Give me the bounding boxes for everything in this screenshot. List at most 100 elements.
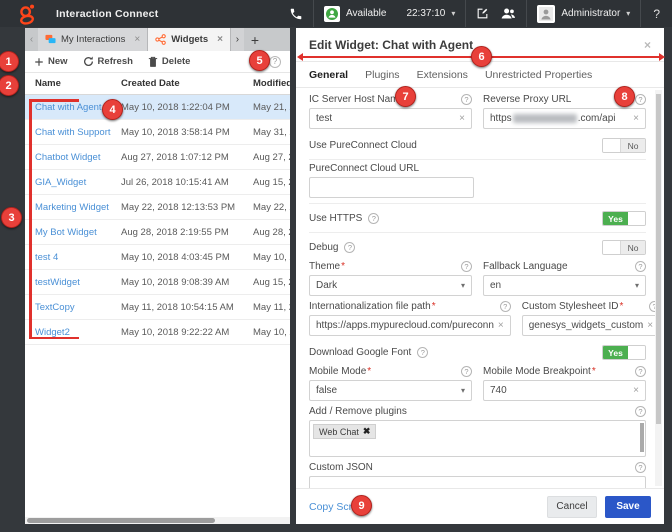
vertical-scrollbar[interactable] (655, 90, 662, 486)
column-header-modified[interactable]: Modified (253, 78, 290, 89)
widget-name-link[interactable]: Chatbot Widget (25, 152, 121, 163)
table-row[interactable]: Chat with Support May 10, 2018 3:58:14 P… (25, 120, 290, 145)
status-label: Available (346, 8, 386, 19)
pureconnect-cloud-url-input[interactable] (309, 177, 474, 198)
help-icon[interactable]: ? (461, 261, 472, 272)
tab-widgets[interactable]: Widgets × (148, 28, 231, 51)
directory-button[interactable] (499, 0, 526, 27)
clear-icon[interactable]: × (629, 113, 639, 124)
ic-server-host-names-input[interactable]: test × (309, 108, 472, 129)
mobile-mode-breakpoint-input[interactable]: 740 × (483, 380, 646, 401)
table-row[interactable]: Chat with Agent May 10, 2018 1:22:04 PM … (25, 95, 290, 120)
tab-plugins[interactable]: Plugins (365, 69, 399, 81)
help-icon[interactable]: ? (461, 94, 472, 105)
reverse-proxy-url-input[interactable]: https .com/api × (483, 108, 646, 129)
delete-button[interactable]: Delete (148, 56, 191, 67)
clear-icon[interactable]: × (494, 320, 504, 331)
help-icon[interactable]: ? (500, 301, 511, 312)
widget-name-link[interactable]: TextCopy (25, 302, 121, 313)
scrollbar-thumb[interactable] (640, 423, 644, 452)
help-icon[interactable]: ? (635, 462, 646, 473)
tab-my-interactions[interactable]: My Interactions × (38, 28, 148, 51)
table-row[interactable]: My Bot Widget Aug 28, 2018 2:19:55 PM Au… (25, 220, 290, 245)
close-tab-icon[interactable]: × (134, 34, 140, 45)
table-row[interactable]: Chatbot Widget Aug 27, 2018 1:07:12 PM A… (25, 145, 290, 170)
widget-name-link[interactable]: Widget2 (25, 327, 121, 338)
fallback-language-select[interactable]: en ▾ (483, 275, 646, 296)
status-time-dropdown[interactable]: 22:37:10 ▾ (396, 0, 465, 27)
help-icon[interactable]: ? (635, 261, 646, 272)
use-https-toggle[interactable]: Yes (602, 211, 646, 226)
widget-name-link[interactable]: test 4 (25, 252, 121, 263)
divider (309, 203, 646, 204)
compose-button[interactable] (466, 0, 499, 27)
widgets-icon (155, 34, 166, 45)
close-tab-icon[interactable]: × (217, 34, 223, 45)
use-pureconnect-cloud-toggle[interactable]: No (602, 138, 646, 153)
column-header-created[interactable]: Created Date (121, 78, 253, 89)
chevron-down-icon: ▾ (451, 9, 455, 18)
new-button[interactable]: New (34, 56, 68, 67)
tab-label: Widgets (171, 34, 208, 45)
edit-widget-dialog: Edit Widget: Chat with Agent × General P… (296, 28, 664, 524)
save-button[interactable]: Save (605, 496, 651, 518)
scrollbar-thumb[interactable] (27, 518, 215, 523)
table-row[interactable]: GIA_Widget Jul 26, 2018 10:15:41 AM Aug … (25, 170, 290, 195)
help-button[interactable]: ? (641, 7, 672, 21)
scrollbar-thumb[interactable] (656, 94, 661, 424)
help-icon[interactable]: ? (417, 347, 428, 358)
cancel-button[interactable]: Cancel (547, 496, 597, 518)
plugins-multiselect[interactable]: Web Chat ✖ (309, 420, 646, 457)
tab-extensions[interactable]: Extensions (417, 69, 468, 81)
help-icon[interactable]: ? (635, 366, 646, 377)
copy-script-link[interactable]: Copy Script (309, 501, 363, 513)
callout-2: 2 (0, 75, 19, 96)
mobile-mode-select[interactable]: false ▾ (309, 380, 472, 401)
status-selector[interactable]: Available (314, 0, 396, 27)
plugin-chip-web-chat[interactable]: Web Chat ✖ (313, 424, 376, 439)
table-row[interactable]: TextCopy May 11, 2018 10:54:15 AM May 11… (25, 295, 290, 320)
table-row[interactable]: Marketing Widget May 22, 2018 12:13:53 P… (25, 195, 290, 220)
widget-name-link[interactable]: My Bot Widget (25, 227, 121, 238)
list-help-icon[interactable]: ? (269, 56, 281, 68)
tab-unrestricted-properties[interactable]: Unrestricted Properties (485, 69, 592, 81)
help-icon[interactable]: ? (368, 213, 379, 224)
table-row[interactable]: Widget2 May 10, 2018 9:22:22 AM May 10, … (25, 320, 290, 345)
status-time: 22:37:10 (406, 8, 445, 19)
refresh-button[interactable]: Refresh (83, 56, 133, 67)
field-pureconnect-cloud-url: PureConnect Cloud URL (309, 163, 474, 198)
chevron-down-icon: ▾ (461, 281, 465, 290)
widget-name-link[interactable]: Marketing Widget (25, 202, 121, 213)
custom-stylesheet-id-input[interactable]: genesys_widgets_custom × (522, 315, 660, 336)
clear-icon[interactable]: × (643, 320, 653, 331)
internationalization-file-path-input[interactable]: https://apps.mypurecloud.com/pureconn × (309, 315, 511, 336)
remove-chip-icon[interactable]: ✖ (363, 426, 371, 437)
help-icon[interactable]: ? (635, 94, 646, 105)
widgets-list-panel: ‹ My Interactions × Widgets × › + New Re… (25, 28, 290, 524)
tab-scroll-left-button[interactable]: ‹ (25, 28, 38, 51)
table-row[interactable]: testWidget May 10, 2018 9:08:39 AM Aug 1… (25, 270, 290, 295)
custom-json-input[interactable] (309, 476, 646, 488)
clear-icon[interactable]: × (629, 385, 639, 396)
user-menu[interactable]: Administrator ▾ (527, 0, 640, 27)
help-icon[interactable]: ? (344, 242, 355, 253)
tab-scroll-right-button[interactable]: › (231, 28, 244, 51)
download-google-font-toggle[interactable]: Yes (602, 345, 646, 360)
phone-button[interactable] (279, 0, 313, 27)
help-icon[interactable]: ? (635, 406, 646, 417)
widget-name-link[interactable]: Chat with Agent (25, 102, 121, 113)
widget-name-link[interactable]: testWidget (25, 277, 121, 288)
widget-name-link[interactable]: GIA_Widget (25, 177, 121, 188)
debug-toggle[interactable]: No (602, 240, 646, 255)
clear-icon[interactable]: × (455, 113, 465, 124)
horizontal-scrollbar[interactable] (25, 517, 290, 524)
theme-select[interactable]: Dark ▾ (309, 275, 472, 296)
table-row[interactable]: test 4 May 10, 2018 4:03:45 PM May 10, 2 (25, 245, 290, 270)
add-tab-button[interactable]: + (244, 28, 266, 51)
close-dialog-icon[interactable]: × (644, 38, 651, 52)
divider (309, 232, 646, 233)
widget-name-link[interactable]: Chat with Support (25, 127, 121, 138)
help-icon[interactable]: ? (461, 366, 472, 377)
column-header-name[interactable]: Name (25, 78, 121, 89)
tab-general[interactable]: General (309, 69, 348, 81)
